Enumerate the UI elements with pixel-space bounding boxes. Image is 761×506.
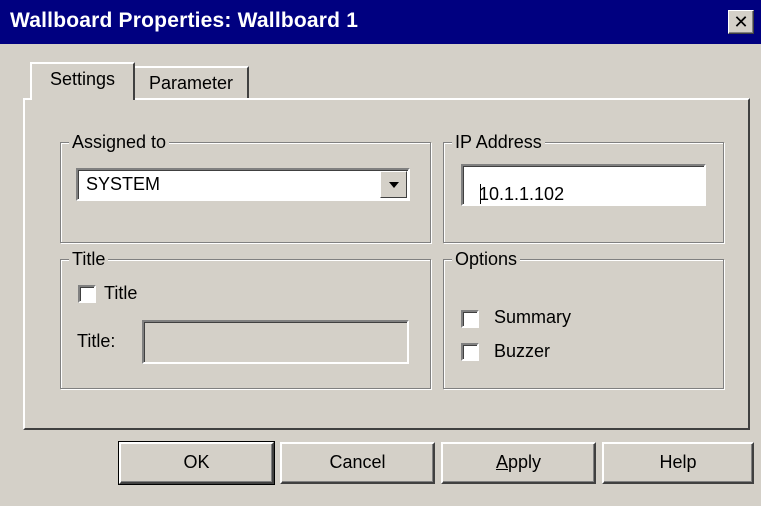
assigned-to-value: SYSTEM (86, 174, 161, 194)
title-checkbox[interactable] (78, 285, 96, 303)
title-field-label: Title: (77, 331, 116, 351)
title-checkbox-label: Title (104, 283, 138, 303)
summary-checkbox-label: Summary (494, 307, 572, 327)
wallboard-properties-dialog: Wallboard Properties: Wallboard 1 ✕ Sett… (0, 0, 761, 506)
assigned-to-label: Assigned to (69, 131, 170, 153)
buzzer-checkbox[interactable] (461, 343, 479, 361)
options-group: Options (443, 248, 724, 389)
title-group-label: Title (69, 248, 109, 270)
close-icon: ✕ (733, 12, 749, 32)
ok-button[interactable]: OK (118, 441, 275, 485)
ip-address-label: IP Address (452, 131, 545, 153)
close-button[interactable]: ✕ (728, 10, 754, 34)
title-bar[interactable]: Wallboard Properties: Wallboard 1 ✕ (0, 0, 761, 44)
chevron-down-icon (389, 182, 399, 188)
ip-address-input[interactable]: 10.1.1.102 (461, 164, 706, 206)
tab-settings[interactable]: Settings (30, 62, 135, 100)
summary-checkbox[interactable] (461, 310, 479, 328)
help-button[interactable]: Help (602, 442, 754, 484)
buzzer-checkbox-label: Buzzer (494, 341, 551, 361)
window-title: Wallboard Properties: Wallboard 1 (10, 9, 359, 32)
assigned-to-select[interactable]: SYSTEM (76, 168, 410, 201)
dropdown-button[interactable] (380, 171, 407, 198)
text-caret (480, 184, 481, 204)
tab-parameter[interactable]: Parameter (135, 66, 249, 100)
cancel-button[interactable]: Cancel (280, 442, 435, 484)
options-label: Options (452, 248, 521, 270)
apply-button[interactable]: Apply (441, 442, 596, 484)
title-input[interactable] (142, 320, 409, 364)
